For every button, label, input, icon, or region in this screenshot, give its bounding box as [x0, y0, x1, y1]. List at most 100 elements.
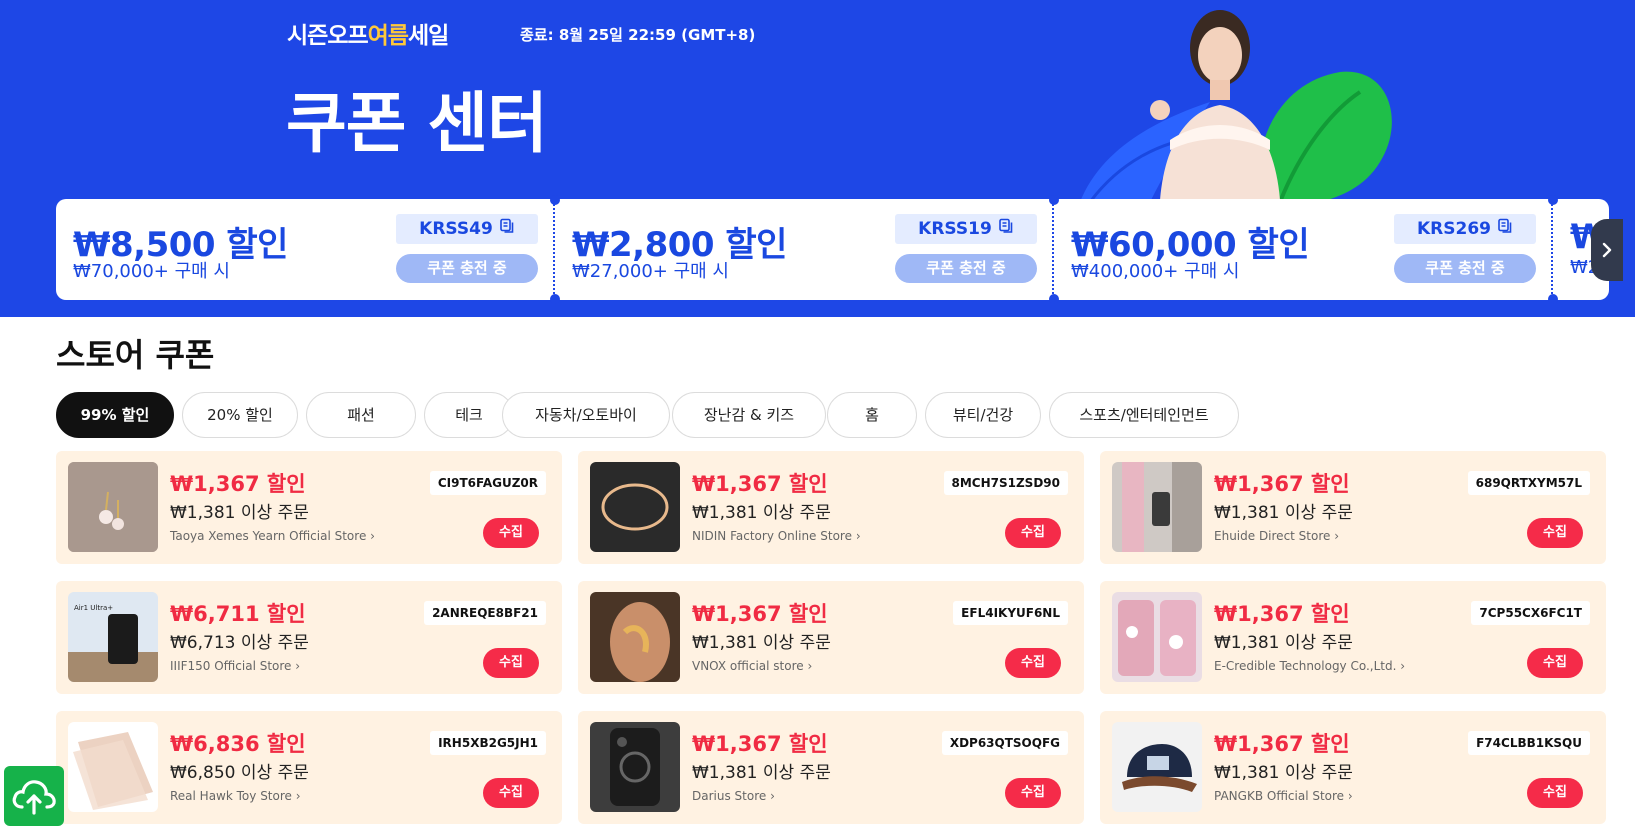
coupon-code: 7CP55CX6FC1T [1471, 601, 1590, 625]
divider-notch [1548, 195, 1558, 205]
divider-notch [550, 294, 560, 304]
platform-coupon: ₩8,500 할인 ₩70,000+ 구매 시 KRSS49 쿠폰 충전 중 [56, 199, 555, 300]
product-thumbnail[interactable] [590, 722, 680, 812]
platform-coupon: ₩60,000 할인 ₩400,000+ 구매 시 KRS269 쿠폰 충전 중 [1054, 199, 1553, 300]
product-thumbnail[interactable] [68, 462, 158, 552]
store-coupon-card: ₩1,367 할인 ₩1,381 이상 주문 PANGKB Official S… [1100, 711, 1606, 824]
store-link[interactable]: Ehuide Direct Store › [1214, 529, 1339, 543]
coupon-refill-button[interactable]: 쿠폰 충전 중 [895, 254, 1037, 283]
discount-amount: ₩6,836 할인 [170, 732, 306, 756]
coupon-code: 8MCH7S1ZSD90 [943, 471, 1068, 495]
coupon-code: 2ANREQE8BF21 [424, 601, 546, 625]
store-link[interactable]: Darius Store › [692, 789, 775, 803]
discount-amount: ₩1,367 할인 [170, 472, 306, 496]
collect-button[interactable]: 수집 [1527, 778, 1583, 808]
tab-99-off[interactable]: 99% 할인 [56, 392, 174, 438]
collect-button[interactable]: 수집 [483, 778, 539, 808]
discount-amount: ₩1,367 할인 [692, 472, 828, 496]
chevron-right-icon: › [1334, 529, 1340, 543]
store-link[interactable]: Taoya Xemes Yearn Official Store › [170, 529, 375, 543]
coupon-refill-button[interactable]: 쿠폰 충전 중 [396, 254, 538, 283]
chevron-right-icon: › [295, 789, 301, 803]
store-coupons-title: 스토어 쿠폰 [56, 336, 215, 374]
chevron-right-icon: › [1347, 789, 1353, 803]
discount-amount: ₩1,367 할인 [692, 602, 828, 626]
chevron-right-icon [1602, 242, 1612, 258]
store-coupon-card: ₩1,367 할인 ₩1,381 이상 주문 VNOX official sto… [578, 581, 1084, 694]
discount-amount: ₩1,367 할인 [1214, 472, 1350, 496]
promo-model-image [1150, 10, 1280, 200]
coupon-code: CI9T6FAGUZ0R [429, 471, 546, 495]
min-order: ₩6,850 이상 주문 [170, 763, 309, 783]
min-order: ₩1,381 이상 주문 [692, 763, 831, 783]
coupon-code[interactable]: KRSS19 [895, 214, 1037, 244]
copy-icon[interactable] [499, 214, 515, 244]
discount-amount: ₩1,367 할인 [1214, 732, 1350, 756]
store-coupon-card: ₩1,367 할인 ₩1,381 이상 주문 Ehuide Direct Sto… [1100, 451, 1606, 564]
store-coupon-card: ₩1,367 할인 ₩1,381 이상 주문 Taoya Xemes Yearn… [56, 451, 562, 564]
carousel-next-button[interactable] [1591, 219, 1623, 281]
collect-button[interactable]: 수집 [1005, 518, 1061, 548]
product-thumbnail[interactable] [1112, 722, 1202, 812]
store-link[interactable]: VNOX official store › [692, 659, 812, 673]
tab-sports-entertainment[interactable]: 스포츠/엔터테인먼트 [1049, 392, 1239, 438]
collect-button[interactable]: 수집 [1005, 778, 1061, 808]
divider-notch [1049, 294, 1059, 304]
collect-button[interactable]: 수집 [1527, 648, 1583, 678]
coupon-code[interactable]: KRSS49 [396, 214, 538, 244]
min-order: ₩1,381 이상 주문 [1214, 503, 1353, 523]
svg-text:Air1 Ultra+: Air1 Ultra+ [74, 604, 113, 612]
coupon-code[interactable]: KRS269 [1394, 214, 1536, 244]
store-link[interactable]: E-Credible Technology Co.,Ltd. › [1214, 659, 1405, 673]
tab-tech[interactable]: 테크 [424, 392, 514, 438]
store-coupon-card: ₩6,836 할인 ₩6,850 이상 주문 Real Hawk Toy Sto… [56, 711, 562, 824]
product-thumbnail[interactable] [1112, 462, 1202, 552]
collect-button[interactable]: 수집 [483, 648, 539, 678]
platform-coupon: ₩2,800 할인 ₩27,000+ 구매 시 KRSS19 쿠폰 충전 중 [555, 199, 1054, 300]
tab-20-off[interactable]: 20% 할인 [182, 392, 298, 438]
coupon-code: EFL4IKYUF6NL [953, 601, 1068, 625]
tab-beauty-health[interactable]: 뷰티/건강 [925, 392, 1041, 438]
tab-fashion[interactable]: 패션 [306, 392, 416, 438]
min-order: ₩1,381 이상 주문 [170, 503, 309, 523]
product-thumbnail[interactable] [590, 592, 680, 682]
chevron-right-icon: › [807, 659, 813, 673]
collect-button[interactable]: 수집 [1005, 648, 1061, 678]
discount-amount: ₩6,711 할인 [170, 602, 306, 626]
tab-auto-moto[interactable]: 자동차/오토바이 [502, 392, 670, 438]
coupon-condition: ₩27,000+ 구매 시 [572, 261, 729, 282]
coupon-condition: ₩400,000+ 구매 시 [1071, 261, 1240, 282]
min-order: ₩1,381 이상 주문 [692, 633, 831, 653]
store-link[interactable]: NIDIN Factory Online Store › [692, 529, 861, 543]
chevron-right-icon: › [295, 659, 301, 673]
tab-home[interactable]: 홈 [827, 392, 917, 438]
product-thumbnail[interactable]: Air1 Ultra+ [68, 592, 158, 682]
chevron-right-icon: › [370, 529, 375, 543]
chevron-right-icon: › [1400, 659, 1406, 673]
coupon-code: F74CLBB1KSQU [1468, 731, 1590, 755]
product-thumbnail[interactable] [1112, 592, 1202, 682]
tab-toys-kids[interactable]: 장난감 & 키즈 [672, 392, 826, 438]
product-thumbnail[interactable] [590, 462, 680, 552]
chevron-right-icon: › [855, 529, 861, 543]
copy-icon[interactable] [1497, 214, 1513, 244]
discount-amount: ₩1,367 할인 [1214, 602, 1350, 626]
collect-button[interactable]: 수집 [1527, 518, 1583, 548]
store-link[interactable]: Real Hawk Toy Store › [170, 789, 301, 803]
product-thumbnail[interactable] [68, 722, 158, 812]
coupon-code: 689QRTXYM57L [1467, 471, 1590, 495]
store-coupon-card: ₩1,367 할인 ₩1,381 이상 주문 Darius Store › XD… [578, 711, 1084, 824]
min-order: ₩1,381 이상 주문 [1214, 633, 1353, 653]
min-order: ₩1,381 이상 주문 [1214, 763, 1353, 783]
coupon-refill-button[interactable]: 쿠폰 충전 중 [1394, 254, 1536, 283]
divider-notch [550, 195, 560, 205]
store-link[interactable]: IIIF150 Official Store › [170, 659, 300, 673]
upload-button[interactable] [4, 766, 64, 826]
coupon-code: IRH5XB2G5JH1 [430, 731, 546, 755]
coupon-code: XDP63QTSOQFG [941, 731, 1068, 755]
collect-button[interactable]: 수집 [483, 518, 539, 548]
min-order: ₩1,381 이상 주문 [692, 503, 831, 523]
store-link[interactable]: PANGKB Official Store › [1214, 789, 1353, 803]
copy-icon[interactable] [998, 214, 1014, 244]
page-title: 쿠폰 센터 [286, 85, 548, 162]
